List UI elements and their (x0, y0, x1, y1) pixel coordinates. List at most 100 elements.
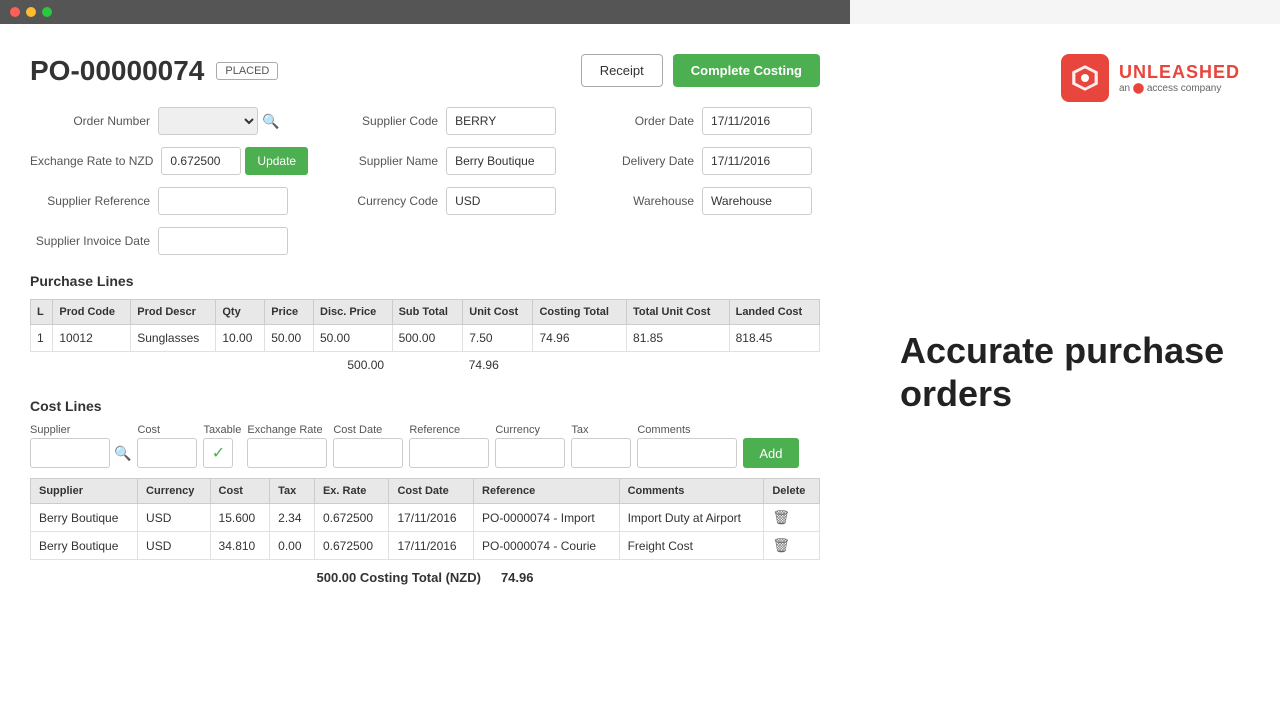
order-number-label: Order Number (30, 114, 150, 128)
totals-empty4 (729, 352, 819, 379)
col-cost: Cost (210, 479, 270, 504)
taxable-label: Taxable (203, 424, 241, 436)
supplier-code-input[interactable] (446, 107, 556, 135)
supplier-name-group: Supplier Name (318, 147, 564, 175)
col-reference: Reference (474, 479, 620, 504)
taxable-checkbox[interactable]: ✓ (203, 438, 233, 468)
po-number: PO-00000074 (30, 55, 204, 87)
currency-input[interactable] (495, 438, 565, 468)
col-ex-rate: Ex. Rate (314, 479, 388, 504)
cost-col-label: Cost (137, 424, 160, 436)
cost-currency-1: USD (138, 504, 211, 532)
cost-tax-2: 0.00 (270, 532, 315, 560)
complete-costing-button[interactable]: Complete Costing (673, 54, 820, 87)
cell-prod-code: 10012 (53, 325, 131, 352)
supplier-cost-input[interactable] (30, 438, 110, 468)
promo-line1: Accurate purchase (900, 330, 1224, 371)
exchange-rate-group: Exchange Rate to NZD Update (30, 147, 308, 175)
order-number-search-icon[interactable]: 🔍 (262, 113, 279, 130)
supplier-name-label: Supplier Name (318, 154, 438, 168)
checkmark-icon: ✓ (212, 443, 225, 463)
col-delete: Delete (764, 479, 820, 504)
col-sub-total: Sub Total (392, 300, 463, 325)
currency-col: Currency (495, 424, 565, 468)
cost-lines-table: Supplier Currency Cost Tax Ex. Rate Cost… (30, 478, 820, 560)
ex-rate-label: Exchange Rate (247, 424, 322, 436)
col-price: Price (265, 300, 314, 325)
title-bar (0, 0, 850, 24)
cell-total-unit-cost: 81.85 (627, 325, 730, 352)
reference-label: Reference (409, 424, 460, 436)
col-currency: Currency (138, 479, 211, 504)
cell-prod-descr: Sunglasses (131, 325, 216, 352)
supplier-code-label: Supplier Code (318, 114, 438, 128)
cost-tax-1: 2.34 (270, 504, 315, 532)
reference-input[interactable] (409, 438, 489, 468)
po-title-group: PO-00000074 PLACED (30, 55, 278, 87)
supplier-search-icon[interactable]: 🔍 (114, 445, 131, 462)
header-buttons: Receipt Complete Costing (581, 54, 820, 87)
warehouse-group: Warehouse (574, 187, 820, 215)
update-button[interactable]: Update (245, 147, 308, 175)
add-button[interactable]: Add (743, 438, 798, 468)
costing-footer-label: 500.00 Costing Total (NZD) (317, 570, 481, 585)
delete-icon-1[interactable]: 🗑 (772, 509, 790, 525)
currency-label: Currency (495, 424, 540, 436)
order-date-label: Order Date (574, 114, 694, 128)
left-panel: PO-00000074 PLACED Receipt Complete Cost… (0, 24, 850, 720)
supplier-col-label: Supplier (30, 424, 70, 436)
cell-landed-cost: 818.45 (729, 325, 819, 352)
cost-exrate-1: 0.672500 (314, 504, 388, 532)
ex-rate-col: Exchange Rate (247, 424, 327, 468)
cost-date-label: Cost Date (333, 424, 382, 436)
promo-line2: orders (900, 373, 1012, 414)
cost-comments-2: Freight Cost (619, 532, 764, 560)
currency-code-input[interactable] (446, 187, 556, 215)
supplier-reference-group: Supplier Reference (30, 187, 308, 215)
delete-icon-2[interactable]: 🗑 (772, 537, 790, 553)
exchange-rate-input-group: Update (161, 147, 308, 175)
order-number-group: Order Number 🔍 (30, 107, 308, 135)
order-number-select[interactable] (158, 107, 258, 135)
delivery-date-input[interactable] (702, 147, 812, 175)
dot-green[interactable] (42, 7, 52, 17)
dot-red[interactable] (10, 7, 20, 17)
ex-rate-cost-input[interactable] (247, 438, 327, 468)
totals-subtotal: 500.00 (31, 352, 393, 379)
logo-icon-box (1061, 54, 1109, 102)
supplier-reference-label: Supplier Reference (30, 194, 150, 208)
cell-sub-total: 500.00 (392, 325, 463, 352)
tax-input[interactable] (571, 438, 631, 468)
cost-value-input[interactable] (137, 438, 197, 468)
cost-delete-2[interactable]: 🗑 (764, 532, 820, 560)
col-prod-descr: Prod Descr (131, 300, 216, 325)
exchange-rate-label: Exchange Rate to NZD (30, 154, 153, 168)
order-date-input[interactable] (702, 107, 812, 135)
comments-input[interactable] (637, 438, 737, 468)
order-date-group: Order Date (574, 107, 820, 135)
cost-delete-1[interactable]: 🗑 (764, 504, 820, 532)
cost-table-row: Berry Boutique USD 34.810 0.00 0.672500 … (31, 532, 820, 560)
comments-col: Comments (637, 424, 737, 468)
cost-exrate-2: 0.672500 (314, 532, 388, 560)
cost-date-input[interactable] (333, 438, 403, 468)
col-unit-cost: Unit Cost (463, 300, 533, 325)
cost-date-1: 17/11/2016 (389, 504, 474, 532)
warehouse-input[interactable] (702, 187, 812, 215)
col-comments: Comments (619, 479, 764, 504)
receipt-button[interactable]: Receipt (581, 54, 663, 87)
logo-sub1: an (1119, 83, 1130, 94)
tax-label: Tax (571, 424, 588, 436)
exchange-rate-input[interactable] (161, 147, 241, 175)
dot-yellow[interactable] (26, 7, 36, 17)
logo-sub: an ⬤ access company (1119, 83, 1240, 94)
taxable-col: Taxable ✓ (203, 424, 241, 468)
cost-supplier-2: Berry Boutique (31, 532, 138, 560)
cell-price: 50.00 (265, 325, 314, 352)
cost-lines-title: Cost Lines (30, 398, 820, 414)
supplier-invoice-date-input[interactable] (158, 227, 288, 255)
cell-disc-price: 50.00 (314, 325, 393, 352)
supplier-name-input[interactable] (446, 147, 556, 175)
cost-input-labels: Supplier 🔍 Cost Taxable ✓ (30, 424, 820, 468)
supplier-reference-input[interactable] (158, 187, 288, 215)
